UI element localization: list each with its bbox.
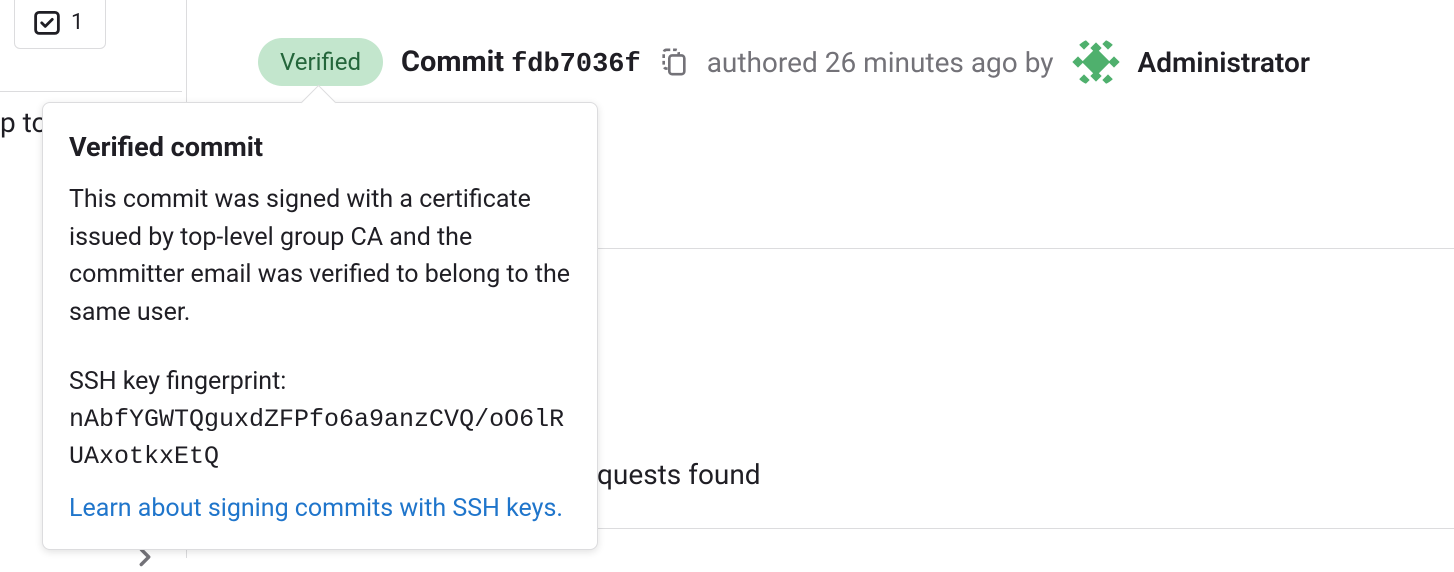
avatar[interactable]: [1072, 38, 1120, 86]
commit-hash: fdb7036f: [511, 50, 641, 80]
todo-count: 1: [71, 10, 83, 35]
authored-text: authored 26 minutes ago by: [707, 46, 1054, 79]
popover-body: This commit was signed with a certificat…: [69, 181, 571, 331]
verified-badge[interactable]: Verified: [258, 38, 383, 86]
merge-requests-text-fragment: quests found: [597, 458, 761, 491]
learn-ssh-signing-link[interactable]: Learn about signing commits with SSH key…: [69, 494, 563, 523]
commit-row: Verified Commit fdb7036f authored 26 min…: [258, 38, 1310, 86]
fingerprint-value: nAbfYGWTQguxdZFPfo6a9anzCVQ/oO6lRUAxotkx…: [69, 401, 571, 476]
commit-label-text: Commit: [401, 45, 504, 79]
author-name[interactable]: Administrator: [1138, 46, 1310, 79]
commit-label: Commit fdb7036f: [401, 45, 641, 80]
todo-icon: [33, 8, 61, 36]
left-text-fragment: p to: [0, 106, 48, 139]
todo-button[interactable]: 1: [14, 0, 106, 49]
verified-commit-popover: Verified commit This commit was signed w…: [42, 102, 598, 550]
copy-icon[interactable]: [659, 47, 689, 77]
authored-time: 26 minutes ago: [825, 46, 1018, 79]
fingerprint-label: SSH key fingerprint:: [69, 363, 571, 401]
authored-prefix: authored: [707, 46, 818, 79]
authored-by: by: [1025, 46, 1054, 79]
popover-title: Verified commit: [69, 131, 571, 163]
